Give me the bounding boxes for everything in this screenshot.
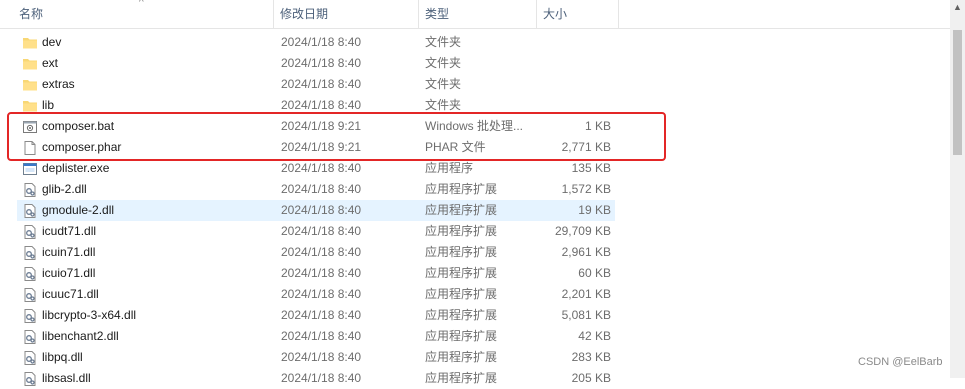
red-highlight-box bbox=[7, 112, 666, 161]
file-size: 60 KB bbox=[578, 266, 611, 280]
file-date: 2024/1/18 8:40 bbox=[281, 203, 362, 217]
file-type: 应用程序 bbox=[425, 161, 474, 175]
file-row[interactable]: icuin71.dll 2024/1/18 8:40 应用程序扩展 2,961 KB bbox=[0, 242, 950, 263]
dll-icon bbox=[22, 266, 38, 282]
file-type: 应用程序扩展 bbox=[425, 203, 498, 217]
file-date: 2024/1/18 8:40 bbox=[281, 308, 362, 322]
dll-icon bbox=[22, 350, 38, 366]
file-size: 2,961 KB bbox=[561, 245, 611, 259]
file-name: libsasl.dll bbox=[42, 371, 91, 385]
exe-icon bbox=[22, 161, 38, 177]
file-list: dev 2024/1/18 8:40 文件夹 ext 2024/1/18 8:40 文件夹… bbox=[0, 32, 950, 389]
dll-icon bbox=[22, 245, 38, 261]
file-row[interactable]: icuuc71.dll 2024/1/18 8:40 应用程序扩展 2,201 KB bbox=[0, 284, 950, 305]
file-row[interactable]: dev 2024/1/18 8:40 文件夹 bbox=[0, 32, 950, 53]
file-size: 19 KB bbox=[578, 203, 611, 217]
file-row[interactable]: libsasl.dll 2024/1/18 8:40 应用程序扩展 205 KB bbox=[0, 368, 950, 389]
file-type: 应用程序扩展 bbox=[425, 245, 498, 259]
folder-icon bbox=[22, 56, 38, 72]
file-name: glib-2.dll bbox=[42, 182, 87, 196]
folder-icon bbox=[22, 77, 38, 93]
file-date: 2024/1/18 8:40 bbox=[281, 56, 362, 70]
file-name: deplister.exe bbox=[42, 161, 110, 175]
file-name: libpq.dll bbox=[42, 350, 83, 364]
file-date: 2024/1/18 8:40 bbox=[281, 182, 362, 196]
file-type: 应用程序扩展 bbox=[425, 182, 498, 196]
file-row[interactable]: deplister.exe 2024/1/18 8:40 应用程序 135 KB bbox=[0, 158, 950, 179]
file-type: 应用程序扩展 bbox=[425, 329, 498, 343]
file-type: 应用程序扩展 bbox=[425, 266, 498, 280]
file-date: 2024/1/18 8:40 bbox=[281, 329, 362, 343]
column-header-date-label: 修改日期 bbox=[280, 7, 329, 21]
file-size: 29,709 KB bbox=[554, 224, 611, 238]
file-type: 文件夹 bbox=[425, 77, 462, 91]
file-type: 文件夹 bbox=[425, 56, 462, 70]
file-name: extras bbox=[42, 77, 75, 91]
file-row[interactable]: libpq.dll 2024/1/18 8:40 应用程序扩展 283 KB bbox=[0, 347, 950, 368]
column-header-size-label: 大小 bbox=[543, 7, 568, 21]
file-size: 5,081 KB bbox=[561, 308, 611, 322]
file-size: 283 KB bbox=[571, 350, 611, 364]
file-row[interactable]: icudt71.dll 2024/1/18 8:40 应用程序扩展 29,709 KB bbox=[0, 221, 950, 242]
file-name: libenchant2.dll bbox=[42, 329, 119, 343]
file-size: 2,201 KB bbox=[561, 287, 611, 301]
file-size: 1,572 KB bbox=[561, 182, 611, 196]
dll-icon bbox=[22, 371, 38, 387]
file-date: 2024/1/18 8:40 bbox=[281, 287, 362, 301]
file-row[interactable]: libcrypto-3-x64.dll 2024/1/18 8:40 应用程序扩展 5… bbox=[0, 305, 950, 326]
sort-ascending-icon: ^ bbox=[139, 0, 144, 8]
file-date: 2024/1/18 8:40 bbox=[281, 371, 362, 385]
file-name: icuio71.dll bbox=[42, 266, 96, 280]
column-header-type[interactable]: 类型 bbox=[419, 0, 537, 28]
file-date: 2024/1/18 8:40 bbox=[281, 245, 362, 259]
file-date: 2024/1/18 8:40 bbox=[281, 161, 362, 175]
file-name: icuuc71.dll bbox=[42, 287, 99, 301]
dll-icon bbox=[22, 329, 38, 345]
file-name: dev bbox=[42, 35, 62, 49]
file-name: icuin71.dll bbox=[42, 245, 96, 259]
file-type: 应用程序扩展 bbox=[425, 350, 498, 364]
column-header-name-label: 名称 bbox=[19, 7, 44, 21]
column-header-type-label: 类型 bbox=[425, 7, 450, 21]
file-size: 42 KB bbox=[578, 329, 611, 343]
file-date: 2024/1/18 8:40 bbox=[281, 266, 362, 280]
dll-icon bbox=[22, 224, 38, 240]
file-row[interactable]: ext 2024/1/18 8:40 文件夹 bbox=[0, 53, 950, 74]
file-row[interactable]: glib-2.dll 2024/1/18 8:40 应用程序扩展 1,572 KB bbox=[0, 179, 950, 200]
file-row[interactable]: icuio71.dll 2024/1/18 8:40 应用程序扩展 60 KB bbox=[0, 263, 950, 284]
file-row[interactable]: gmodule-2.dll 2024/1/18 8:40 应用程序扩展 19 KB bbox=[0, 200, 950, 221]
dll-icon bbox=[22, 287, 38, 303]
file-type: 应用程序扩展 bbox=[425, 371, 498, 385]
file-date: 2024/1/18 8:40 bbox=[281, 224, 362, 238]
column-header-row: 名称 修改日期 类型 大小 ^ bbox=[0, 0, 950, 29]
file-size: 205 KB bbox=[571, 371, 611, 385]
file-date: 2024/1/18 8:40 bbox=[281, 77, 362, 91]
file-type: 应用程序扩展 bbox=[425, 308, 498, 322]
file-name: gmodule-2.dll bbox=[42, 203, 115, 217]
folder-icon bbox=[22, 35, 38, 51]
file-type: 应用程序扩展 bbox=[425, 287, 498, 301]
dll-icon bbox=[22, 308, 38, 324]
column-header-date[interactable]: 修改日期 bbox=[274, 0, 419, 28]
scroll-up-arrow-icon[interactable]: ▲ bbox=[950, 0, 965, 15]
column-header-name[interactable]: 名称 bbox=[0, 0, 274, 28]
dll-icon bbox=[22, 203, 38, 219]
file-name: icudt71.dll bbox=[42, 224, 97, 238]
watermark: CSDN @EelBarb bbox=[858, 356, 943, 368]
file-name: libcrypto-3-x64.dll bbox=[42, 308, 137, 322]
column-header-size[interactable]: 大小 bbox=[537, 0, 619, 28]
scrollbar-thumb[interactable] bbox=[953, 30, 962, 155]
file-size: 135 KB bbox=[571, 161, 611, 175]
file-row[interactable]: extras 2024/1/18 8:40 文件夹 bbox=[0, 74, 950, 95]
file-type: 文件夹 bbox=[425, 35, 462, 49]
dll-icon bbox=[22, 182, 38, 198]
file-date: 2024/1/18 8:40 bbox=[281, 35, 362, 49]
file-type: 应用程序扩展 bbox=[425, 224, 498, 238]
vertical-scrollbar[interactable]: ▲ bbox=[950, 0, 965, 378]
file-row[interactable]: libenchant2.dll 2024/1/18 8:40 应用程序扩展 42 KB bbox=[0, 326, 950, 347]
file-name: ext bbox=[42, 56, 59, 70]
file-date: 2024/1/18 8:40 bbox=[281, 350, 362, 364]
